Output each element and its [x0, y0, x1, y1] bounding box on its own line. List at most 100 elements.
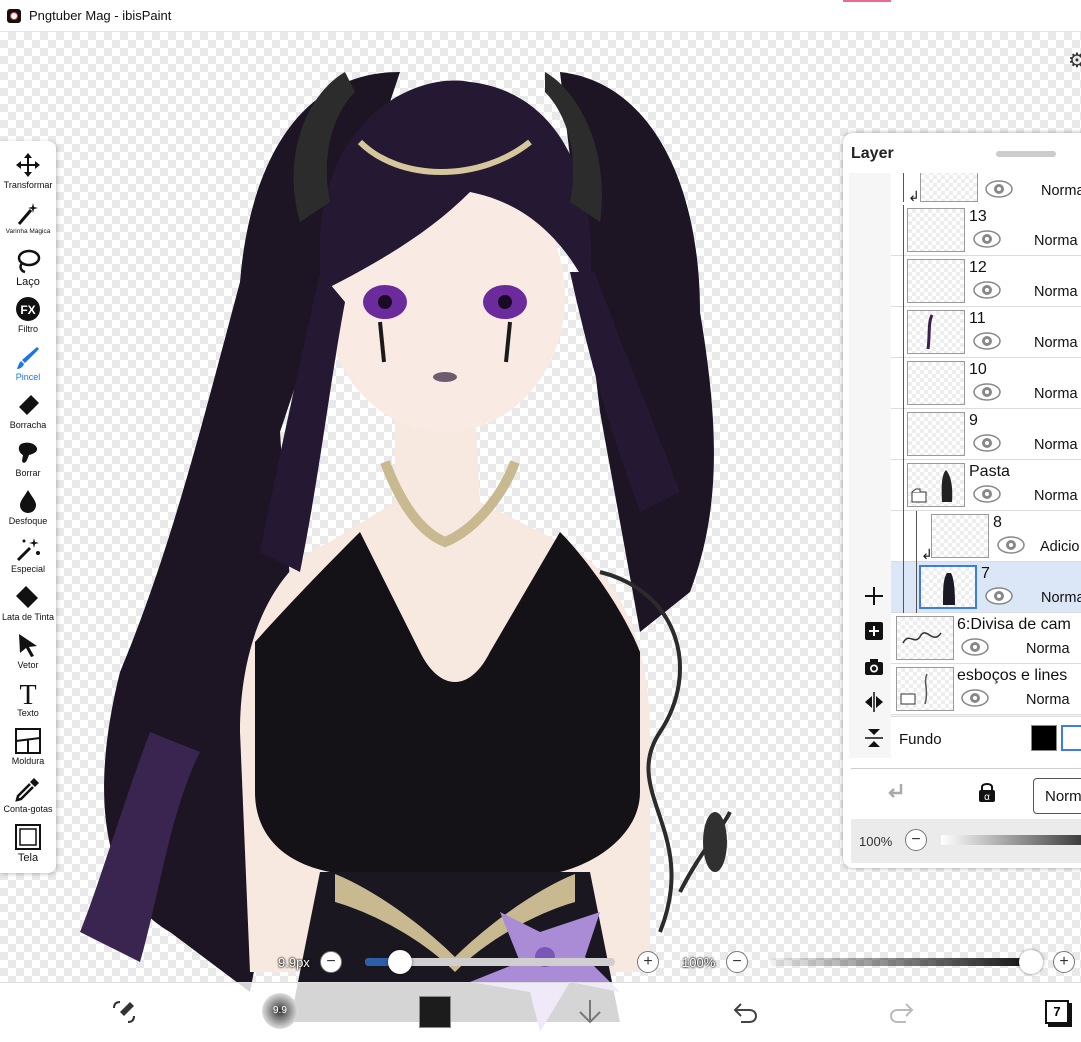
- background-layer-row[interactable]: Fundo: [891, 716, 1081, 760]
- fx-icon: FX: [14, 295, 42, 323]
- layer-panel: Layer 11 Norma: [843, 133, 1081, 868]
- brush-preview-button[interactable]: 9.9: [262, 993, 298, 1029]
- alpha-lock-button[interactable]: α: [975, 780, 999, 809]
- primary-color-button[interactable]: [419, 996, 451, 1028]
- tree-line: [903, 173, 904, 202]
- tool-vetor[interactable]: Vetor: [0, 631, 56, 679]
- clipping-button[interactable]: [885, 781, 907, 808]
- visibility-eye-icon[interactable]: [973, 230, 1001, 248]
- layer-row-folder[interactable]: Pasta Norma: [891, 460, 1081, 511]
- layer-opacity-value: 100%: [859, 834, 893, 849]
- flip-horizontal-button[interactable]: [861, 689, 887, 715]
- brush-opacity-increase-button[interactable]: +: [1053, 951, 1075, 973]
- import-photo-button[interactable]: [861, 654, 887, 680]
- opacity-decrease-button[interactable]: −: [905, 829, 927, 851]
- visibility-eye-icon[interactable]: [973, 383, 1001, 401]
- layer-blend-mode: Norma: [1034, 284, 1078, 300]
- brush-size-label: 9.9px: [278, 955, 310, 970]
- smudge-icon: [14, 439, 42, 467]
- layer-blend-mode: Norma: [1034, 233, 1078, 249]
- tool-varinha-magica[interactable]: Varinha Mágica: [0, 199, 56, 247]
- layer-thumbnail: [896, 667, 954, 711]
- arrow-down-icon: [579, 1000, 601, 1024]
- brush-opacity-decrease-button[interactable]: −: [726, 951, 748, 973]
- brush-opacity-slider[interactable]: [770, 958, 1032, 966]
- visibility-eye-icon[interactable]: [973, 281, 1001, 299]
- tool-filtro[interactable]: FX Filtro: [0, 295, 56, 343]
- tool-lata-de-tinta[interactable]: Lata de Tinta: [0, 583, 56, 631]
- layer-row[interactable]: 6:Divisa de cam Norma: [891, 613, 1081, 664]
- svg-text:T: T: [19, 680, 36, 706]
- tool-label: Pincel: [15, 372, 41, 382]
- tool-borrar[interactable]: Borrar: [0, 439, 56, 487]
- tool-tela[interactable]: Tela: [0, 823, 56, 871]
- bucket-icon: [14, 583, 42, 611]
- brush-size-value: 9.9: [273, 1005, 287, 1016]
- tool-label: Transformar: [3, 180, 53, 190]
- brush-size-increase-button[interactable]: +: [637, 951, 659, 973]
- settings-icon[interactable]: ⚙: [1068, 48, 1081, 73]
- layer-blend-mode: Norma: [1034, 335, 1078, 351]
- undo-button[interactable]: [728, 995, 762, 1029]
- background-label: Fundo: [899, 731, 942, 748]
- brush-opacity-knob[interactable]: [1019, 950, 1043, 974]
- layer-thumbnail: [907, 361, 965, 405]
- tool-transformar[interactable]: Transformar: [0, 151, 56, 199]
- layer-row[interactable]: 12 Norma: [891, 256, 1081, 307]
- layer-thumbnail: [920, 173, 978, 202]
- tool-texto[interactable]: T Texto: [0, 679, 56, 727]
- add-copy-icon: [865, 622, 883, 640]
- visibility-eye-icon[interactable]: [973, 332, 1001, 350]
- layer-row[interactable]: 11 Norma: [891, 307, 1081, 358]
- brush-size-knob[interactable]: [388, 950, 412, 974]
- layer-list[interactable]: 11 Norma ↲ 13 Norma 12 Norma: [891, 173, 1081, 758]
- magic-wand-icon: [14, 199, 42, 227]
- visibility-eye-icon[interactable]: [973, 434, 1001, 452]
- blend-mode-select[interactable]: Norm: [1033, 778, 1081, 814]
- merge-layer-button[interactable]: [861, 725, 887, 751]
- layer-row[interactable]: 10 Norma: [891, 358, 1081, 409]
- visibility-eye-icon[interactable]: [985, 180, 1013, 198]
- move-down-button[interactable]: [573, 995, 607, 1029]
- panel-drag-handle[interactable]: [996, 151, 1056, 157]
- tool-label: Desfoque: [8, 516, 48, 526]
- tree-line: [916, 511, 917, 613]
- layer-thumbnail: [907, 412, 965, 456]
- layers-button[interactable]: 7: [1045, 1000, 1069, 1024]
- layer-name: 6:Divisa de cam: [957, 616, 1071, 633]
- tool-especial[interactable]: Especial: [0, 535, 56, 583]
- layer-row[interactable]: 8 Adicio: [891, 511, 1081, 562]
- layer-row[interactable]: 9 Norma: [891, 409, 1081, 460]
- layer-properties: α Norm 100% −: [851, 768, 1081, 864]
- add-layer-button[interactable]: [861, 583, 887, 609]
- canvas-icon: [14, 823, 42, 851]
- layer-name: esboços e lines: [957, 667, 1068, 684]
- layer-name: 8: [993, 514, 1002, 531]
- visibility-eye-icon[interactable]: [961, 689, 989, 707]
- tool-moldura[interactable]: Moldura: [0, 727, 56, 775]
- visibility-eye-icon[interactable]: [961, 638, 989, 656]
- tool-desfoque[interactable]: Desfoque: [0, 487, 56, 535]
- background-white-swatch[interactable]: [1061, 725, 1081, 751]
- redo-button[interactable]: [885, 995, 919, 1029]
- brush-eraser-swap-icon: [113, 1001, 135, 1023]
- layer-thumbnail: [907, 463, 965, 507]
- layer-name: Pasta: [969, 463, 1010, 480]
- visibility-eye-icon[interactable]: [997, 536, 1025, 554]
- background-black-swatch[interactable]: [1031, 725, 1057, 751]
- bottom-toolbar: 9.9: [0, 982, 1081, 1042]
- brush-size-decrease-button[interactable]: −: [320, 951, 342, 973]
- tool-pincel[interactable]: Pincel: [0, 343, 56, 391]
- visibility-eye-icon[interactable]: [973, 485, 1001, 503]
- visibility-eye-icon[interactable]: [985, 587, 1013, 605]
- svg-text:α: α: [984, 792, 990, 803]
- layer-row-folder[interactable]: esboços e lines Norma: [891, 664, 1081, 715]
- layer-row-selected[interactable]: 7 Norma: [891, 562, 1081, 613]
- layer-row[interactable]: 13 Norma: [891, 205, 1081, 256]
- tool-borracha[interactable]: Borracha: [0, 391, 56, 439]
- tool-switch-button[interactable]: [107, 995, 141, 1029]
- layer-opacity-slider[interactable]: [941, 835, 1081, 845]
- tool-laco[interactable]: Laço: [0, 247, 56, 295]
- tool-conta-gotas[interactable]: Conta-gotas: [0, 775, 56, 823]
- duplicate-layer-button[interactable]: [861, 618, 887, 644]
